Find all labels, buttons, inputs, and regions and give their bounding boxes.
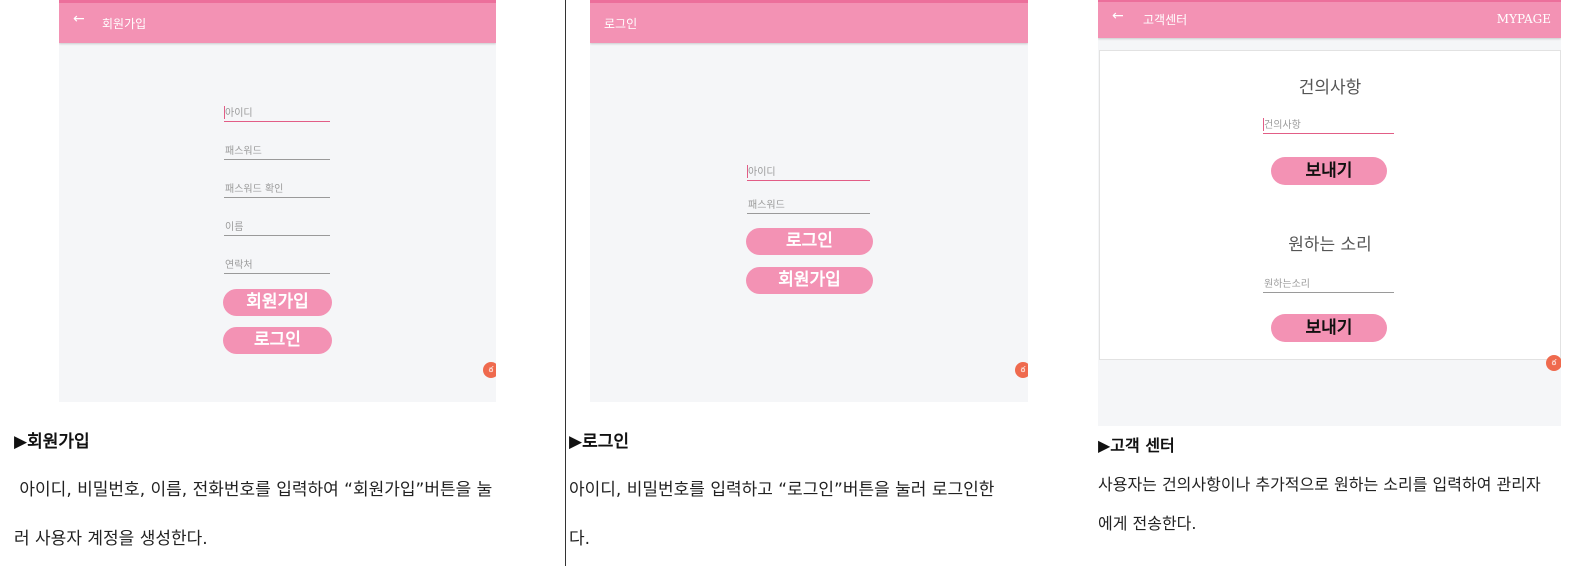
login-caption-heading: ▶로그인 bbox=[569, 432, 629, 452]
signup-caption-heading: ▶회원가입 bbox=[14, 432, 90, 452]
signup-title: 회원가입 bbox=[102, 17, 147, 31]
signup-app-bar: ← 회원가입 bbox=[59, 0, 496, 43]
signup-password-confirm-field[interactable]: 패스워드 확인 bbox=[224, 180, 330, 198]
wish-field[interactable]: 원하는소리 bbox=[1263, 275, 1394, 293]
column-divider bbox=[565, 0, 566, 566]
support-title: 고객센터 bbox=[1143, 13, 1188, 27]
login-app-bar: 로그인 bbox=[590, 0, 1028, 43]
login-button[interactable]: 로그인 bbox=[223, 327, 332, 354]
login-password-field[interactable]: 패스워드 bbox=[747, 196, 870, 214]
signup-id-field[interactable]: 아이디 bbox=[224, 104, 330, 122]
signup-caption-line2: 러 사용자 계정을 생성한다. bbox=[14, 529, 208, 549]
back-arrow-icon[interactable]: ← bbox=[1112, 8, 1124, 24]
signup-button[interactable]: 회원가입 bbox=[746, 267, 873, 294]
floating-action-icon[interactable]: ఠ bbox=[1546, 355, 1561, 371]
mypage-link[interactable]: MYPAGE bbox=[1497, 12, 1551, 26]
signup-contact-field[interactable]: 연락처 bbox=[224, 256, 330, 274]
login-screen: 로그인 아이디 패스워드 로그인 회원가입 ఠ bbox=[590, 0, 1028, 402]
signup-button[interactable]: 회원가입 bbox=[223, 289, 332, 316]
floating-action-icon[interactable]: ఠ bbox=[1015, 362, 1028, 378]
send-wish-button[interactable]: 보내기 bbox=[1271, 314, 1387, 342]
send-suggestion-button[interactable]: 보내기 bbox=[1271, 157, 1387, 185]
support-caption-heading: ▶고객 센터 bbox=[1098, 436, 1175, 455]
wish-title: 원하는 소리 bbox=[1288, 235, 1372, 255]
login-caption-line1: 아이디, 비밀번호를 입력하고 “로그인”버튼을 눌러 로그인한 bbox=[569, 480, 995, 500]
signup-caption-line1: 아이디, 비밀번호, 이름, 전화번호를 입력하여 “회원가입”버튼을 눌 bbox=[14, 480, 493, 500]
floating-action-icon[interactable]: ఠ bbox=[483, 362, 496, 378]
support-caption-line1: 사용자는 건의사항이나 추가적으로 원하는 소리를 입력하여 관리자 bbox=[1098, 475, 1541, 494]
support-app-bar: ← 고객센터 MYPAGE bbox=[1098, 0, 1561, 38]
back-arrow-icon[interactable]: ← bbox=[73, 11, 85, 27]
login-title: 로그인 bbox=[604, 17, 638, 31]
signup-screen: ← 회원가입 아이디 패스워드 패스워드 확인 이름 연락처 회원가입 로그인 … bbox=[59, 0, 496, 402]
suggestion-title: 건의사항 bbox=[1298, 78, 1362, 98]
support-card: 건의사항 건의사항 보내기 원하는 소리 원하는소리 보내기 bbox=[1099, 50, 1561, 360]
signup-name-field[interactable]: 이름 bbox=[224, 218, 330, 236]
support-caption-line2: 에게 전송한다. bbox=[1098, 514, 1197, 533]
support-screen: ← 고객센터 MYPAGE 건의사항 건의사항 보내기 원하는 소리 원하는소리… bbox=[1098, 0, 1561, 426]
signup-password-field[interactable]: 패스워드 bbox=[224, 142, 330, 160]
login-caption-line2: 다. bbox=[569, 529, 591, 549]
suggestion-field[interactable]: 건의사항 bbox=[1263, 116, 1394, 134]
login-button[interactable]: 로그인 bbox=[746, 228, 873, 255]
login-id-field[interactable]: 아이디 bbox=[747, 163, 870, 181]
